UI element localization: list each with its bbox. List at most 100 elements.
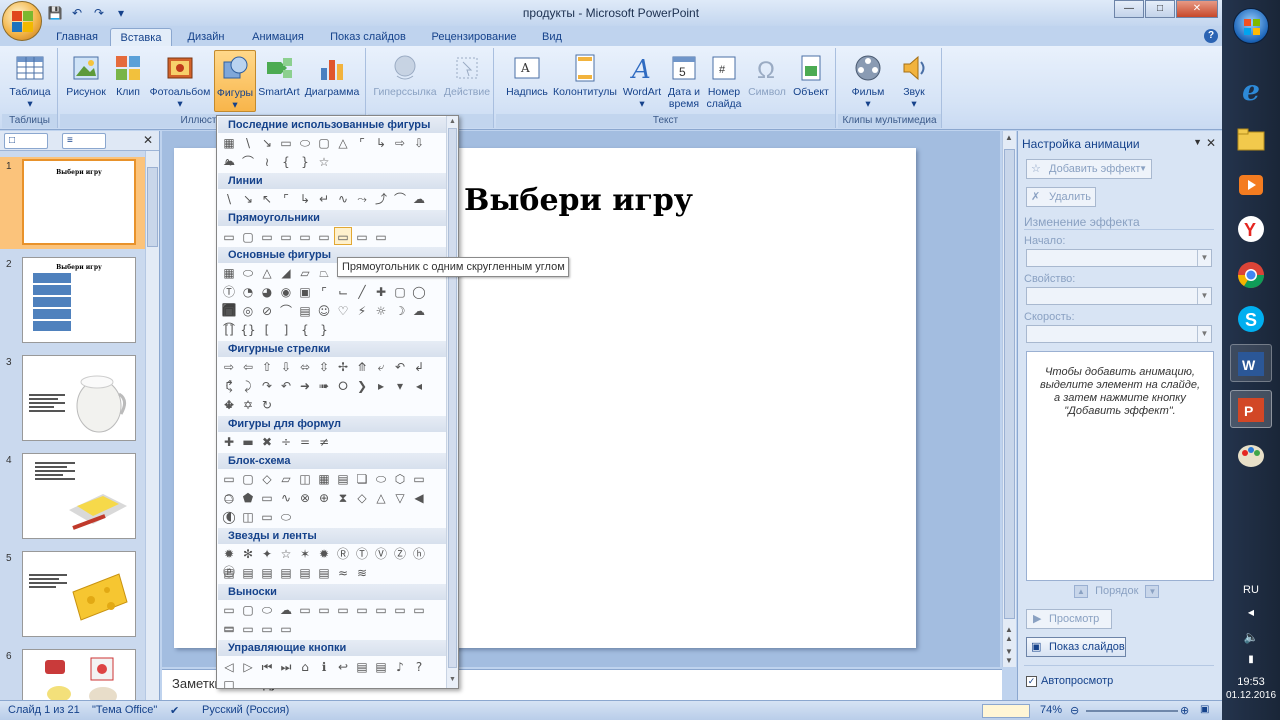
action-home-icon[interactable]: ⌂	[296, 658, 314, 676]
curve-shape-icon[interactable]: ⌒	[391, 190, 409, 208]
smartart-button[interactable]: SmartArt	[258, 50, 300, 112]
scrollbar-thumb[interactable]	[448, 128, 457, 668]
left-arrow-callout-icon[interactable]: ◂	[410, 377, 428, 395]
action-help-icon[interactable]: ?	[410, 658, 428, 676]
notched-right-arrow-icon[interactable]: ➠	[315, 377, 333, 395]
line-shape-icon[interactable]: \	[220, 190, 238, 208]
down-arrow-shape-icon[interactable]: ⇩	[410, 134, 428, 152]
oval-callout-icon[interactable]: ⬭	[258, 601, 276, 619]
right-triangle-icon[interactable]: ◢	[277, 264, 295, 282]
slidenumber-button[interactable]: # Номер слайда	[704, 50, 744, 112]
border-callout-2-icon[interactable]: ▭	[239, 620, 257, 638]
manual-input-icon[interactable]: ▭	[410, 470, 428, 488]
move-up-icon[interactable]: ▲	[1074, 585, 1088, 598]
language-indicator[interactable]: RU	[1222, 584, 1280, 596]
pie-icon[interactable]: ◔	[239, 283, 257, 301]
stored-data-icon[interactable]: ◀	[410, 489, 428, 507]
chord-icon[interactable]: ◕	[258, 283, 276, 301]
moon-icon[interactable]: ☽	[391, 302, 409, 320]
accent-callout-1-icon[interactable]: ▭	[372, 601, 390, 619]
outline-tab[interactable]: ≡	[62, 133, 106, 149]
curved-down-ribbon-icon[interactable]: ▤	[277, 564, 295, 582]
star-12-icon[interactable]: Ⓥ	[372, 545, 390, 563]
media-player-icon[interactable]	[1230, 166, 1272, 204]
zoom-out-icon[interactable]: ⊖	[1070, 704, 1079, 717]
sort-icon[interactable]: ◇	[353, 489, 371, 507]
close-button[interactable]: ✕	[1176, 0, 1218, 18]
canvas-vertical-scrollbar[interactable]: ▲ ▲ ▲ ▼ ▼	[1002, 131, 1016, 667]
plaque-icon[interactable]: ▢	[391, 283, 409, 301]
start-button[interactable]	[1233, 8, 1269, 44]
show-hidden-icons-icon[interactable]: ◀	[1222, 608, 1280, 617]
rectangle-shape-icon[interactable]: ▭	[220, 228, 238, 246]
line-callout-1-icon[interactable]: ▭	[296, 601, 314, 619]
action-movie-icon[interactable]: ▤	[353, 658, 371, 676]
slides-panel-scrollbar[interactable]	[145, 151, 159, 700]
action-button[interactable]: Действие	[442, 50, 492, 112]
diagonal-stripe-icon[interactable]: ╱	[353, 283, 371, 301]
action-sound-icon[interactable]: ♪	[391, 658, 409, 676]
curved-connector-icon[interactable]: ∿	[334, 190, 352, 208]
word-icon[interactable]: W	[1230, 344, 1272, 382]
symbol-button[interactable]: Ω Символ	[746, 50, 788, 112]
autopreview-checkbox[interactable]: ✓ Автопросмотр	[1026, 675, 1113, 687]
action-return-icon[interactable]: ↩	[334, 658, 352, 676]
cloud-callout-icon[interactable]: ☁	[277, 601, 295, 619]
clock-date[interactable]: 01.12.2016	[1222, 690, 1280, 701]
left-right-up-arrow-icon[interactable]: ⤊	[353, 358, 371, 376]
can-icon[interactable]: ◯	[410, 283, 428, 301]
accent-callout-2-icon[interactable]: ▭	[391, 601, 409, 619]
frame-icon[interactable]: ▣	[296, 283, 314, 301]
punched-tape-icon[interactable]: ∿	[277, 489, 295, 507]
star-7-icon[interactable]: ✹	[315, 545, 333, 563]
paint-icon[interactable]	[1230, 436, 1272, 474]
office-button[interactable]	[2, 1, 42, 41]
property-select[interactable]: ▼	[1026, 287, 1212, 305]
smiley-face-icon[interactable]: ☺	[315, 302, 333, 320]
curved-down-arrow-icon[interactable]: ↶	[277, 377, 295, 395]
left-brace-icon[interactable]: {	[277, 153, 295, 171]
sun-icon[interactable]: ☼	[372, 302, 390, 320]
display-icon[interactable]: ⬭	[277, 508, 295, 526]
equal-icon[interactable]: =	[296, 433, 314, 451]
shapes-gallery-scrollbar[interactable]: ▲ ▼	[446, 116, 458, 688]
prev-slide-icon[interactable]: ▲ ▲	[1005, 625, 1013, 643]
left-arrow-shape-icon[interactable]: ⇦	[239, 358, 257, 376]
star-shape-icon[interactable]: ☆	[315, 153, 333, 171]
object-button[interactable]: Объект	[790, 50, 832, 112]
scroll-up-icon[interactable]: ▲	[1005, 133, 1013, 142]
movie-button[interactable]: Фильм ▾	[846, 50, 890, 112]
chart-button[interactable]: Диаграмма	[302, 50, 362, 112]
curved-up-ribbon-icon[interactable]: ▤	[258, 564, 276, 582]
right-arrow-shape-icon[interactable]: ⇨	[391, 134, 409, 152]
folded-corner-icon[interactable]: ▤	[296, 302, 314, 320]
language-indicator[interactable]: Русский (Россия)	[202, 704, 289, 716]
action-document-icon[interactable]: ▤	[372, 658, 390, 676]
collate-icon[interactable]: ⧗	[334, 489, 352, 507]
right-brace-icon[interactable]: }	[315, 321, 333, 339]
slide-thumbnail-2[interactable]: 2 Выбери игру	[0, 255, 146, 347]
rounded-rect-shape-icon[interactable]: ▢	[315, 134, 333, 152]
not-equal-icon[interactable]: ≠	[315, 433, 333, 451]
star-8-icon[interactable]: Ⓡ	[334, 545, 352, 563]
tab-home[interactable]: Главная	[48, 28, 106, 46]
down-arrow-callout-icon[interactable]: ▾	[391, 377, 409, 395]
slides-tab[interactable]: □	[4, 133, 48, 149]
double-brace-icon[interactable]: {}	[239, 321, 257, 339]
left-bracket-icon[interactable]: [	[258, 321, 276, 339]
headerfooter-button[interactable]: Колонтитулы	[552, 50, 618, 112]
yandex-browser-icon[interactable]: Y	[1230, 210, 1272, 248]
terminator-icon[interactable]: ⬭	[372, 470, 390, 488]
document-icon[interactable]: ▤	[334, 470, 352, 488]
powerpoint-icon[interactable]: P	[1230, 390, 1272, 428]
alt-process-icon[interactable]: ▢	[239, 470, 257, 488]
animation-list[interactable]: Чтобы добавить анимацию, выделите элемен…	[1026, 351, 1214, 581]
lightning-icon[interactable]: ⚡	[353, 302, 371, 320]
view-buttons[interactable]	[982, 704, 1030, 718]
right-arrow-shape-icon[interactable]: ⇨	[220, 358, 238, 376]
elbow-connector-icon[interactable]: ⌜	[353, 134, 371, 152]
connector-icon[interactable]: ○	[220, 489, 238, 507]
card-icon[interactable]: ▭	[258, 489, 276, 507]
scroll-up-icon[interactable]: ▲	[449, 118, 456, 125]
arrow-line-shape-icon[interactable]: ↘	[258, 134, 276, 152]
